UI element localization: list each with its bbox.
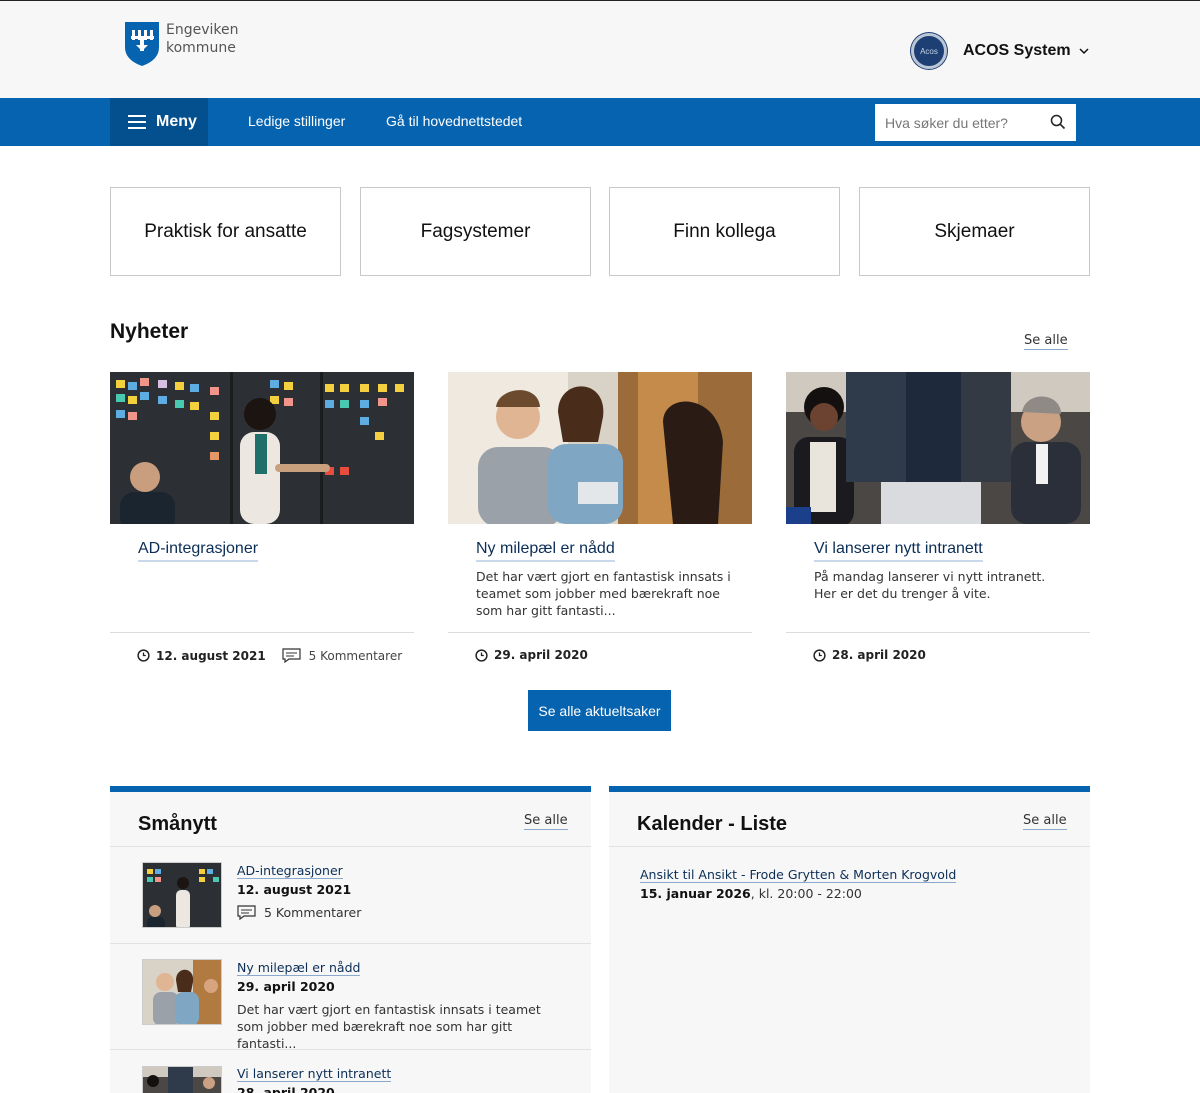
smanytt-item-comments[interactable]: 5 Kommentarer xyxy=(237,904,361,921)
news-comments-count: 5 Kommentarer xyxy=(308,648,403,663)
news-date: 12. august 2021 xyxy=(156,648,266,663)
news-image-ad-integrasjoner[interactable] xyxy=(110,372,414,524)
avatar: Acos xyxy=(911,33,947,69)
smanytt-item-date: 28. april 2020 xyxy=(237,1085,335,1093)
smanytt-panel: Smånytt Se alle AD-integrasjoner 12. aug… xyxy=(110,786,591,1093)
smanytt-item-excerpt: Det har vært gjort en fantastisk innsats… xyxy=(237,1002,541,1051)
news-see-all-link[interactable]: Se alle xyxy=(1024,333,1068,350)
tile-skjemaer[interactable]: Skjemaer xyxy=(859,187,1090,276)
thumbnail xyxy=(142,1066,222,1093)
calendar-event-title[interactable]: Ansikt til Ansikt - Frode Grytten & Mort… xyxy=(640,867,957,883)
kalender-header: Kalender - Liste Se alle xyxy=(609,792,1090,847)
news-meta: 12. august 2021 5 Kommentarer xyxy=(137,648,402,663)
calendar-event-date: 15. januar 2026 xyxy=(640,886,751,901)
news-title-ad-integrasjoner[interactable]: AD-integrasjoner xyxy=(138,540,259,562)
news-title-nytt-intranett[interactable]: Vi lanserer nytt intranett xyxy=(814,540,983,562)
brand-name: Engeviken kommune xyxy=(166,21,239,57)
news-image-nytt-intranett[interactable] xyxy=(786,372,1090,524)
smanytt-item-text: AD-integrasjoner 12. august 2021 5 Komme… xyxy=(237,862,361,921)
news-date: 29. april 2020 xyxy=(494,648,588,662)
smanytt-item-date: 12. august 2021 xyxy=(237,882,352,897)
smanytt-item-date: 29. april 2020 xyxy=(237,979,335,994)
nav-link-hovednettsted[interactable]: Gå til hovednettstedet xyxy=(386,113,522,129)
news-meta: 28. april 2020 xyxy=(813,648,926,662)
see-all-news-button[interactable]: Se alle aktueltsaker xyxy=(528,690,671,731)
brand-line-1: Engeviken xyxy=(166,22,239,38)
smanytt-heading: Smånytt xyxy=(138,813,217,835)
news-title-ny-milepael[interactable]: Ny milepæl er nådd xyxy=(476,540,615,562)
user-name: ACOS System xyxy=(963,42,1071,59)
search-icon[interactable] xyxy=(1050,114,1066,130)
card-divider xyxy=(110,632,414,633)
card-divider xyxy=(448,632,752,633)
search-input[interactable] xyxy=(885,114,1045,131)
shield-logo-icon xyxy=(125,22,159,66)
news-date: 28. april 2020 xyxy=(832,648,926,662)
clock-icon xyxy=(813,648,826,662)
news-image-ny-milepael[interactable] xyxy=(448,372,752,524)
smanytt-item-text: Vi lanserer nytt intranett 28. april 202… xyxy=(237,1065,392,1093)
list-item[interactable]: Vi lanserer nytt intranett 28. april 202… xyxy=(110,1050,591,1093)
tile-fagsystemer[interactable]: Fagsystemer xyxy=(360,187,591,276)
comment-icon xyxy=(237,905,256,920)
news-comments[interactable]: 5 Kommentarer xyxy=(282,648,402,663)
brand-logo[interactable]: Engeviken kommune xyxy=(124,21,239,67)
site-header: Engeviken kommune Acos ACOS System xyxy=(0,1,1200,98)
hamburger-icon xyxy=(128,115,146,129)
menu-label: Meny xyxy=(156,113,197,130)
chevron-down-icon xyxy=(1079,48,1089,55)
smanytt-item-title[interactable]: Ny milepæl er nådd xyxy=(237,960,361,976)
calendar-event: Ansikt til Ansikt - Frode Grytten & Mort… xyxy=(640,865,957,903)
smanytt-item-text: Ny milepæl er nådd 29. april 2020 Det ha… xyxy=(237,959,567,1052)
search-box xyxy=(875,104,1076,141)
smanytt-comments-count: 5 Kommentarer xyxy=(264,905,362,920)
clock-icon xyxy=(475,648,488,662)
news-meta: 29. april 2020 xyxy=(475,648,588,662)
kalender-heading: Kalender - Liste xyxy=(637,813,788,835)
tile-praktisk-for-ansatte[interactable]: Praktisk for ansatte xyxy=(110,187,341,276)
nav-link-ledige-stillinger[interactable]: Ledige stillinger xyxy=(248,113,345,129)
list-item[interactable]: AD-integrasjoner 12. august 2021 5 Komme… xyxy=(110,847,591,944)
smanytt-item-title[interactable]: Vi lanserer nytt intranett xyxy=(237,1066,392,1082)
list-item[interactable]: Ny milepæl er nådd 29. april 2020 Det ha… xyxy=(110,944,591,1052)
brand-line-2: kommune xyxy=(166,40,236,56)
thumbnail xyxy=(142,862,222,928)
smanytt-item-title[interactable]: AD-integrasjoner xyxy=(237,863,343,879)
kalender-panel: Kalender - Liste Se alle Ansikt til Ansi… xyxy=(609,786,1090,1093)
card-divider xyxy=(786,632,1090,633)
comment-icon xyxy=(282,648,301,663)
news-heading: Nyheter xyxy=(110,320,189,343)
user-menu[interactable]: Acos ACOS System xyxy=(911,33,1089,69)
news-excerpt: Det har vært gjort en fantastisk innsats… xyxy=(476,569,731,618)
smanytt-header: Smånytt Se alle xyxy=(110,792,591,847)
thumbnail xyxy=(142,959,222,1025)
kalender-see-all-link[interactable]: Se alle xyxy=(1023,813,1067,830)
clock-icon xyxy=(137,649,150,662)
smanytt-see-all-link[interactable]: Se alle xyxy=(524,813,568,830)
menu-button[interactable]: Meny xyxy=(110,98,208,146)
news-excerpt: På mandag lanserer vi nytt intranett. He… xyxy=(814,569,1046,601)
calendar-event-time: , kl. 20:00 - 22:00 xyxy=(750,886,862,901)
tile-finn-kollega[interactable]: Finn kollega xyxy=(609,187,840,276)
